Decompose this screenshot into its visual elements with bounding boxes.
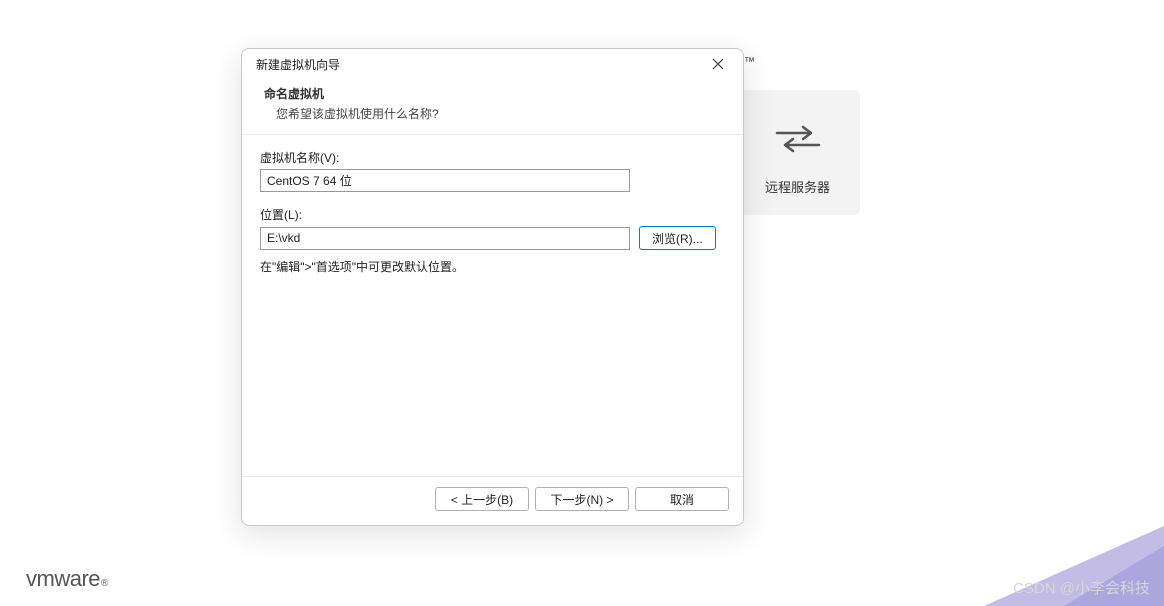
remote-server-icon	[773, 109, 823, 169]
location-label: 位置(L):	[260, 206, 725, 223]
close-icon	[712, 58, 724, 70]
dialog-title: 新建虚拟机向导	[256, 56, 340, 73]
vm-name-input[interactable]	[260, 169, 630, 192]
back-button[interactable]: < 上一步(B)	[435, 487, 529, 511]
vmware-logo-text: vmware	[26, 566, 100, 592]
watermark: CSDN @小李会科技	[1013, 577, 1150, 598]
dialog-header: 命名虚拟机 您希望该虚拟机使用什么名称?	[242, 79, 743, 134]
dialog-footer: < 上一步(B) 下一步(N) > 取消	[242, 476, 743, 525]
dialog-heading: 命名虚拟机	[264, 85, 721, 102]
location-hint: 在"编辑">"首选项"中可更改默认位置。	[260, 258, 725, 275]
vmware-logo: vmware®	[26, 566, 108, 588]
dialog-body: 虚拟机名称(V): 位置(L): 浏览(R)... 在"编辑">"首选项"中可更…	[242, 135, 743, 476]
dialog-titlebar: 新建虚拟机向导	[242, 49, 743, 79]
new-vm-wizard-dialog: 新建虚拟机向导 命名虚拟机 您希望该虚拟机使用什么名称? 虚拟机名称(V): 位…	[241, 48, 744, 526]
vmware-reg-symbol: ®	[101, 578, 108, 589]
browse-button[interactable]: 浏览(R)...	[639, 226, 716, 250]
remote-server-card[interactable]: 远程服务器	[735, 90, 860, 215]
trademark-symbol: ™	[744, 56, 755, 68]
location-input[interactable]	[260, 227, 630, 250]
close-button[interactable]	[699, 51, 737, 77]
dialog-subheading: 您希望该虚拟机使用什么名称?	[264, 105, 721, 122]
next-button[interactable]: 下一步(N) >	[535, 487, 629, 511]
remote-server-label: 远程服务器	[765, 177, 830, 196]
cancel-button[interactable]: 取消	[635, 487, 729, 511]
vm-name-label: 虚拟机名称(V):	[260, 149, 725, 166]
